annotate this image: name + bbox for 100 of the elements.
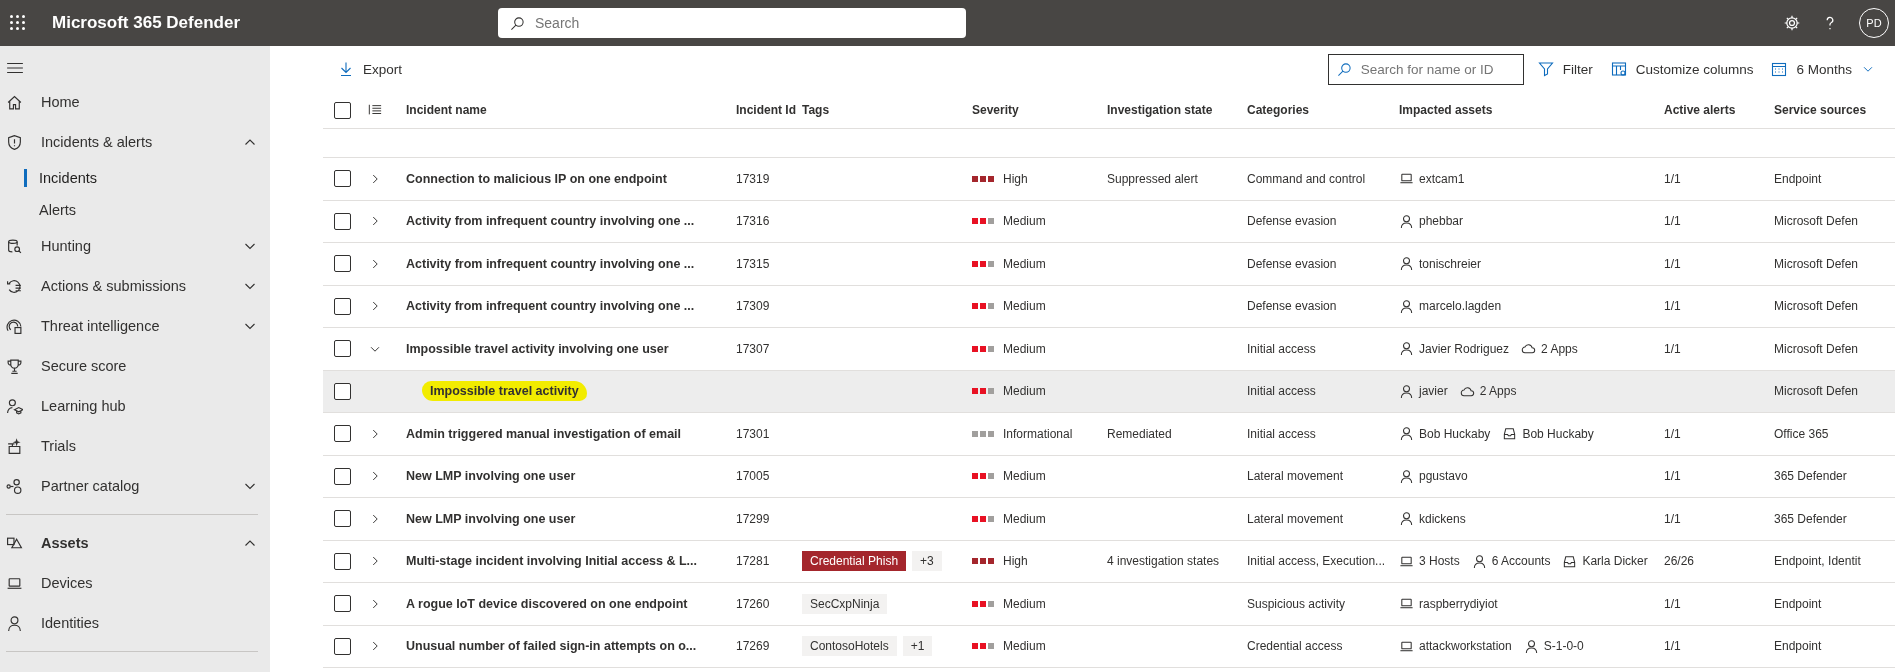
nav-item[interactable]: Home [0,82,270,122]
row-checkbox[interactable] [334,170,351,188]
app-launcher-icon[interactable] [10,15,26,31]
select-all-checkbox[interactable] [334,101,351,119]
incident-name[interactable]: New LMP involving one user [406,511,576,526]
category: Initial access, Execution... [1247,554,1387,569]
column-header[interactable]: Impacted assets [1399,103,1664,117]
row-checkbox[interactable] [334,425,351,443]
columns-gear-icon [1610,61,1627,77]
column-header[interactable]: Categories [1247,103,1399,117]
active-alerts: 1/1 [1664,299,1682,314]
category: Initial access [1247,384,1317,399]
tag[interactable]: ContosoHotels [802,636,897,657]
asset-name: kdickens [1419,511,1466,526]
incident-name[interactable]: A rogue IoT device discovered on one endpoint [406,596,688,611]
nav-item[interactable]: Devices [0,563,270,603]
row-checkbox[interactable] [334,297,351,315]
person-icon [1399,468,1414,484]
column-header[interactable]: Severity [972,103,1107,117]
service-source: Microsoft Defen [1774,341,1860,356]
service-source: 365 Defender [1774,511,1848,526]
row-checkbox[interactable] [334,340,351,358]
nav-item[interactable]: Hunting [0,226,270,266]
service-source: Office 365 [1774,426,1830,441]
column-header[interactable]: Service sources [1774,103,1895,117]
row-checkbox[interactable] [334,595,351,613]
export-button[interactable]: Export [332,57,409,81]
column-header[interactable]: Tags [802,103,972,117]
row-checkbox[interactable] [334,382,351,400]
nav-item[interactable]: Actions & submissions [0,266,270,306]
asset-name: 2 Apps [1479,384,1517,399]
incident-name[interactable]: Multi-stage incident involving Initial access & L... [406,554,698,569]
incident-name[interactable]: Activity from infrequent country involving one ... [406,299,695,314]
mailbox-icon [1562,553,1578,569]
row-checkbox[interactable] [334,552,351,570]
app-title[interactable]: Microsoft 365 Defender [52,13,240,33]
column-header[interactable]: Incident name [406,103,736,117]
active-alerts: 1/1 [1664,596,1682,611]
severity-label: Medium [1003,469,1046,484]
service-source: Endpoint [1774,596,1823,611]
severity-label: Medium [1003,214,1046,229]
column-header[interactable]: Active alerts [1664,103,1774,117]
search-icon[interactable] [510,16,525,31]
person-icon [1399,426,1414,442]
search-field[interactable]: Search for name or ID [1327,53,1524,85]
category: Defense evasion [1247,214,1338,229]
incident-name[interactable]: Impossible travel activity [422,381,587,402]
row-checkbox[interactable] [334,255,351,273]
filter-icon [1537,61,1554,77]
nav-subitem[interactable]: Incidents [0,162,270,194]
row-checkbox[interactable] [334,212,351,230]
nav-subitem[interactable]: Alerts [0,194,270,226]
incident-name[interactable]: Activity from infrequent country involving one ... [406,214,695,229]
tag[interactable]: +1 [902,636,933,657]
column-header[interactable]: Incident Id [736,103,802,117]
filter-button[interactable]: Filter [1531,57,1599,81]
nav-item[interactable]: Partner catalog [0,466,270,506]
service-source: Endpoint, Identit [1774,554,1862,569]
nav-item[interactable]: Trials [0,426,270,466]
active-alerts: 1/1 [1664,639,1682,654]
incident-name[interactable]: Impossible travel activity involving one user [406,341,669,356]
tag[interactable]: +3 [912,551,942,572]
row-checkbox[interactable] [334,467,351,485]
nav-section-header[interactable]: Assets [0,523,270,563]
search-icon [1336,61,1352,77]
severity-label: Medium [1003,299,1046,314]
nav-item[interactable]: Identities [0,603,270,643]
severity-label: Medium [1003,256,1046,271]
incident-name[interactable]: Admin triggered manual investigation of email [406,426,682,441]
nav-item[interactable]: Threat intelligence [0,306,270,346]
selected-row-background[interactable]: Impossible travel activity Medium Initial access javier 2 Apps Microsoft Defen [323,370,1895,413]
row-checkbox[interactable] [334,510,351,528]
severity-label: High [1003,554,1028,569]
nav-item[interactable]: Incidents & alerts [0,122,270,162]
mailbox-icon [1502,426,1518,442]
asset-name: attackworkstation [1419,639,1512,654]
trophy-icon [6,357,23,375]
nav-item[interactable]: Secure score [0,346,270,386]
row-checkbox[interactable] [334,637,351,655]
asset-name: Bob Huckaby [1419,426,1491,441]
column-header[interactable]: Investigation state [1107,103,1247,117]
nav-item[interactable]: Learning hub [0,386,270,426]
incident-name[interactable]: Activity from infrequent country involving one ... [406,256,695,271]
category: Command and control [1247,171,1367,186]
asset-name: marcelo.lagden [1419,299,1502,314]
incident-name[interactable]: Connection to malicious IP on one endpoint [406,171,667,186]
incident-id: 17319 [736,171,771,186]
incident-id: 17301 [736,426,771,441]
customize-columns-button[interactable]: Customize columns [1604,57,1760,81]
time-range-dropdown[interactable]: 6 Months [1765,57,1881,81]
search-field[interactable]: Search [498,8,966,38]
incident-id: 17309 [736,299,771,314]
investigation-state: Suppressed alert [1107,171,1199,186]
incident-name[interactable]: Unusual number of failed sign-in attempts on o... [406,639,697,654]
tag[interactable]: Credential Phish [802,551,907,572]
tag[interactable]: SecCxpNinja [802,593,888,614]
person-icon [1399,256,1414,272]
settings-icon[interactable] [1783,14,1801,32]
incident-name[interactable]: New LMP involving one user [406,469,576,484]
category: Credential access [1247,639,1344,654]
